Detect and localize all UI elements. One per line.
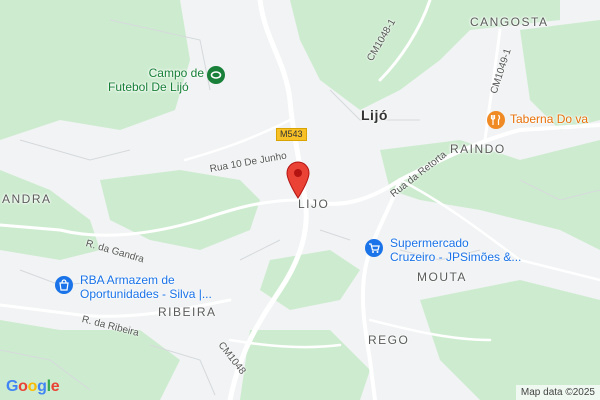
- poi-supermercado[interactable]: Supermercado Cruzeiro - JPSimões &...: [390, 236, 521, 264]
- place-label-lijo: LIJO: [298, 197, 330, 211]
- place-label-cangosta: CANGOSTA: [470, 15, 549, 29]
- poi-label-line1: Campo de: [148, 66, 204, 80]
- stadium-icon[interactable]: [206, 65, 226, 85]
- map-canvas[interactable]: Lijó LIJO CANGOSTA RAINDO MOUTA RIBEIRA …: [0, 0, 600, 400]
- road-shield-m543: M543: [276, 128, 307, 141]
- shopping-bag-icon[interactable]: [54, 275, 74, 295]
- google-logo: Google: [6, 378, 60, 395]
- place-label-rego: REGO: [368, 333, 410, 347]
- place-label-lijo-bold: Lijó: [361, 107, 388, 123]
- poi-label-taberna: Taberna Do va: [510, 112, 589, 126]
- poi-rba-armazem[interactable]: RBA Armazem de Oportunidades - Silva |..…: [80, 273, 212, 301]
- poi-campo-de-futebol[interactable]: Campo de: [138, 66, 204, 80]
- place-label-mouta: MOUTA: [417, 270, 467, 284]
- poi-label-line1: RBA Armazem de: [80, 273, 175, 287]
- fork-knife-icon[interactable]: [486, 110, 506, 130]
- poi-label-line2: Cruzeiro - JPSimões &...: [390, 250, 522, 264]
- poi-label-line2: Oportunidades - Silva |...: [80, 287, 212, 301]
- location-pin-icon[interactable]: [286, 161, 310, 199]
- poi-label-line2: Futebol De Lijó: [108, 80, 189, 94]
- poi-taberna[interactable]: Taberna Do va: [510, 112, 588, 126]
- poi-label-line1: Supermercado: [390, 236, 469, 250]
- place-label-andra: ANDRA: [2, 192, 52, 206]
- shopping-cart-icon[interactable]: [364, 238, 384, 258]
- map-attribution[interactable]: Map data ©2025: [515, 385, 600, 400]
- place-label-raindo: RAINDO: [450, 142, 506, 156]
- poi-campo-de-futebol-line2[interactable]: Futebol De Lijó: [108, 80, 189, 94]
- place-label-ribeira: RIBEIRA: [158, 305, 217, 319]
